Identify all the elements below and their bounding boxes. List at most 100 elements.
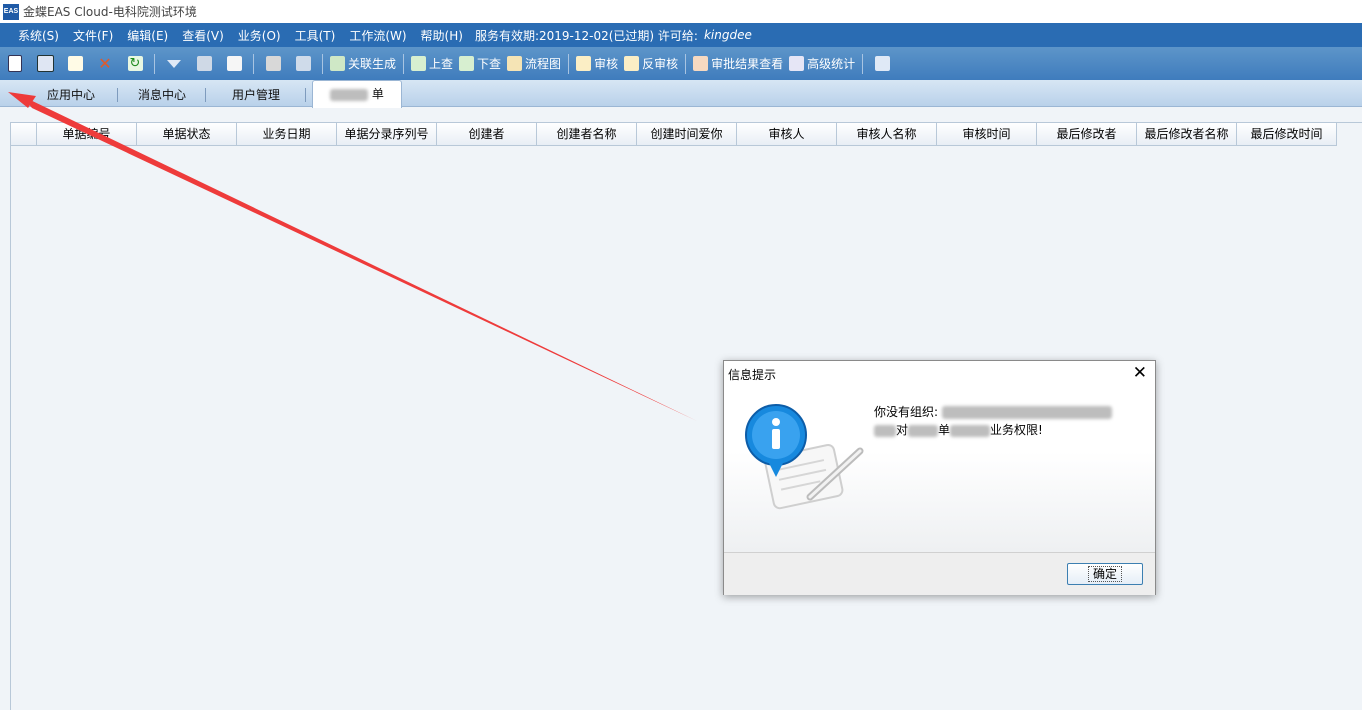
filter-button[interactable]: [159, 52, 189, 76]
exit-icon: [874, 56, 890, 71]
save-icon: [36, 55, 54, 72]
link-generate-button[interactable]: 关联生成: [327, 52, 399, 76]
toolbar-separator: [862, 53, 864, 74]
message-text: 你没有组织:: [874, 405, 939, 419]
brush-icon: [67, 56, 83, 71]
dialog-footer: 确定: [724, 552, 1155, 595]
tab-user-management[interactable]: 用户管理: [206, 84, 306, 106]
toolbar-separator: [253, 53, 254, 74]
app-logo-icon: EAS: [3, 3, 19, 20]
menu-business[interactable]: 业务(O): [238, 27, 281, 44]
window-title: 金蝶EAS Cloud-电科院测试环境: [23, 5, 197, 19]
close-icon[interactable]: ✕: [1133, 363, 1147, 383]
table-corner-cell: [11, 123, 37, 145]
audit-label: 审核: [594, 57, 619, 71]
print-button[interactable]: [258, 52, 288, 76]
new-button[interactable]: [0, 52, 30, 76]
locate-button[interactable]: [189, 52, 219, 76]
trace-up-button[interactable]: 上查: [408, 52, 456, 76]
redacted-text: [941, 406, 1112, 419]
tab-current-bill-label: 单: [371, 87, 384, 101]
dialog-body: 你没有组织: 对 单 业务权限!: [724, 385, 1155, 552]
title-bar: EAS 金蝶EAS Cloud-电科院测试环境: [0, 0, 1362, 23]
toolbar-separator: [154, 53, 155, 74]
advanced-stats-label: 高级统计: [807, 57, 856, 71]
tab-current-bill[interactable]: 单: [312, 80, 402, 108]
stats-icon: [789, 56, 805, 71]
message-text: 对: [896, 423, 909, 437]
service-expiry-info: 服务有效期:2019-12-02(已过期) 许可给:: [474, 28, 698, 43]
trace-up-label: 上查: [429, 57, 454, 71]
menu-workflow[interactable]: 工作流(W): [349, 27, 406, 44]
bill-list-table: 单据编号 单据状态 业务日期 单据分录序列号 创建者 创建者名称 创建时间爱你 …: [10, 122, 1362, 710]
exit-button[interactable]: [867, 52, 897, 76]
message-line-1: 你没有组织:: [874, 403, 1144, 421]
clear-button[interactable]: [60, 52, 90, 76]
message-line-2: 对 单 业务权限!: [874, 421, 1144, 439]
tab-user-management-label: 用户管理: [231, 88, 280, 102]
column-header[interactable]: 创建者名称: [537, 123, 637, 145]
column-header[interactable]: 最后修改者: [1037, 123, 1137, 145]
menu-bar: 系统(S) 文件(F) 编辑(E) 查看(V) 业务(O) 工具(T) 工作流(…: [0, 23, 1362, 47]
menu-edit[interactable]: 编辑(E): [127, 27, 168, 44]
column-header[interactable]: 单据状态: [137, 123, 237, 145]
redacted-text: [874, 424, 896, 437]
ok-button[interactable]: 确定: [1067, 563, 1143, 585]
refresh-icon: ↻: [127, 56, 143, 71]
column-header[interactable]: 最后修改者名称: [1137, 123, 1237, 145]
approval-result-icon: [693, 56, 709, 71]
column-header[interactable]: 创建时间爱你: [637, 123, 737, 145]
audit-icon: [576, 56, 592, 71]
attachment-button[interactable]: [219, 52, 249, 76]
column-header[interactable]: 审核人: [737, 123, 837, 145]
info-dialog: 信息提示 ✕ 你没有组织: 对单业务权限! 确定: [723, 360, 1156, 595]
approval-result-button[interactable]: 审批结果查看: [690, 52, 786, 76]
locate-icon: [196, 56, 212, 71]
unaudit-icon: [624, 56, 640, 71]
redacted-text: [950, 424, 991, 437]
flow-chart-icon: [507, 56, 523, 71]
column-header[interactable]: 审核人名称: [837, 123, 937, 145]
redacted-text: [330, 88, 369, 101]
advanced-stats-button[interactable]: 高级统计: [786, 52, 858, 76]
message-text: 业务权限!: [990, 423, 1043, 437]
menu-view[interactable]: 查看(V): [182, 27, 224, 44]
column-header[interactable]: 审核时间: [937, 123, 1037, 145]
trace-down-button[interactable]: 下查: [456, 52, 504, 76]
attachment-icon: [226, 56, 242, 71]
trace-up-icon: [411, 56, 427, 71]
column-header[interactable]: 业务日期: [237, 123, 337, 145]
dialog-title: 信息提示: [728, 368, 777, 382]
column-header[interactable]: 单据编号: [37, 123, 137, 145]
delete-button[interactable]: ✕: [90, 52, 120, 76]
toolbar-separator: [403, 53, 405, 74]
approval-result-label: 审批结果查看: [711, 57, 784, 71]
menu-system[interactable]: 系统(S): [18, 27, 59, 44]
trace-down-label: 下查: [477, 57, 502, 71]
toolbar-separator: [685, 53, 687, 74]
audit-button[interactable]: 审核: [573, 52, 621, 76]
flow-chart-label: 流程图: [525, 57, 562, 71]
print-icon: [265, 56, 281, 71]
info-icon: [745, 404, 864, 510]
menu-help[interactable]: 帮助(H): [421, 27, 463, 44]
ok-button-label: 确定: [1087, 566, 1122, 582]
table-header-row: 单据编号 单据状态 业务日期 单据分录序列号 创建者 创建者名称 创建时间爱你 …: [11, 123, 1337, 146]
print-preview-button[interactable]: [288, 52, 318, 76]
tab-app-center[interactable]: 应用中心: [24, 84, 118, 106]
tab-separator: [305, 88, 306, 102]
column-header[interactable]: 创建者: [437, 123, 537, 145]
tab-message-center[interactable]: 消息中心: [118, 84, 206, 106]
column-header[interactable]: 单据分录序列号: [337, 123, 437, 145]
flow-chart-button[interactable]: 流程图: [504, 52, 564, 76]
menu-tools[interactable]: 工具(T): [295, 27, 336, 44]
column-header[interactable]: 最后修改时间: [1237, 123, 1337, 145]
toolbar-separator: [568, 53, 570, 74]
unaudit-button[interactable]: 反审核: [621, 52, 681, 76]
license-holder: kingdee: [703, 28, 752, 42]
save-button[interactable]: [30, 52, 60, 76]
toolbar-separator: [322, 53, 323, 74]
menu-file[interactable]: 文件(F): [73, 27, 113, 44]
filter-icon: [167, 59, 181, 68]
refresh-button[interactable]: ↻: [120, 52, 150, 76]
